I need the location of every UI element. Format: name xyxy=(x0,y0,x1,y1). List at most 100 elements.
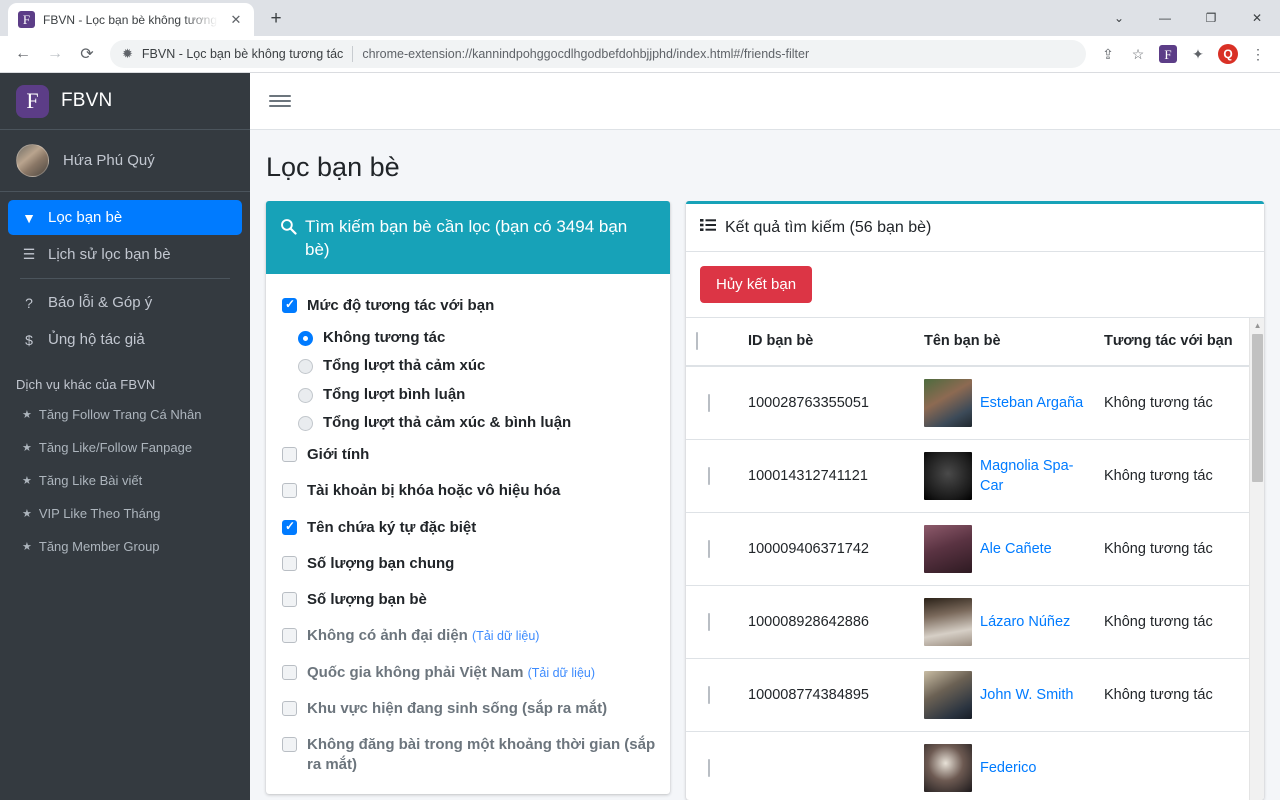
friend-name-link[interactable]: Lázaro Núñez xyxy=(980,612,1070,632)
friend-name-link[interactable]: Magnolia Spa-Car xyxy=(980,456,1084,497)
page-viewport: F FBVN Hứa Phú Quý ▼ Lọc bạn bè ☰ Lịch s… xyxy=(0,73,1280,800)
star-icon: ★ xyxy=(22,475,32,487)
minimize-button[interactable]: — xyxy=(1142,2,1188,34)
friend-name-link[interactable]: Esteban Argaña xyxy=(980,393,1083,413)
table-body: 100028763355051 Esteban Argaña Không tươ… xyxy=(686,365,1265,800)
scroll-up-arrow-icon[interactable]: ▲ xyxy=(1250,318,1264,332)
row-checkbox[interactable] xyxy=(708,758,710,777)
checkbox-icon[interactable] xyxy=(282,664,297,680)
row-interaction: Không tương tác xyxy=(1094,512,1265,586)
brand[interactable]: F FBVN xyxy=(0,73,250,130)
friend-name-link[interactable]: John W. Smith xyxy=(980,685,1073,705)
filter-card-body: Mức độ tương tác với bạn Không tương tác… xyxy=(266,274,670,794)
filter-option-khu-vuc-sinh-song[interactable]: Khu vực hiện đang sinh sống (sắp ra mắt) xyxy=(280,691,656,727)
checkbox-icon[interactable] xyxy=(282,737,297,753)
scrollbar-thumb[interactable] xyxy=(1252,334,1264,482)
row-id: 100009406371742 xyxy=(738,512,914,586)
table-row[interactable]: Federico xyxy=(686,731,1265,800)
back-button[interactable]: ← xyxy=(8,39,38,69)
filter-option-so-luong-ban-chung[interactable]: Số lượng bạn chung xyxy=(280,546,656,582)
select-all-checkbox[interactable] xyxy=(696,332,698,350)
filter-option-so-luong-ban-be[interactable]: Số lượng bạn bè xyxy=(280,582,656,618)
row-checkbox[interactable] xyxy=(708,466,710,485)
select-all-header xyxy=(686,318,738,367)
tab-strip: F FBVN - Lọc bạn bè không tương ✕ + ⌄ — … xyxy=(0,0,1280,36)
filter-option-tai-khoan-bi-khoa[interactable]: Tài khoản bị khóa hoặc vô hiệu hóa xyxy=(280,473,656,509)
filter-option-ten-chua-ky-tu-dac-biet[interactable]: Tên chứa ký tự đặc biệt xyxy=(280,510,656,546)
friend-name-link[interactable]: Ale Cañete xyxy=(980,539,1052,559)
radio-tong-luot-tha-cam-xuc-binh-luan[interactable]: Tổng lượt thả cảm xúc & bình luận xyxy=(280,409,656,437)
service-item-follow-ca-nhan[interactable]: ★ Tăng Follow Trang Cá Nhân xyxy=(0,398,250,431)
filter-option-hint[interactable]: (Tải dữ liệu) xyxy=(472,629,539,643)
radio-icon[interactable] xyxy=(298,359,313,375)
table-row[interactable]: 100008774384895 John W. Smith Không tươn… xyxy=(686,658,1265,732)
table-row[interactable]: 100028763355051 Esteban Argaña Không tươ… xyxy=(686,365,1265,440)
filter-option-muc-do-tuong-tac[interactable]: Mức độ tương tác với bạn xyxy=(280,288,656,324)
service-item-vip-like[interactable]: ★ VIP Like Theo Tháng xyxy=(0,497,250,530)
sidebar-item-ung-ho[interactable]: $ Ủng hộ tác giả xyxy=(8,322,242,357)
radio-icon[interactable] xyxy=(298,415,313,431)
checkbox-icon[interactable] xyxy=(282,592,297,608)
tab-close-icon[interactable]: ✕ xyxy=(226,10,246,30)
fbvn-extension-icon[interactable]: F xyxy=(1154,40,1182,68)
address-bar[interactable]: ✹ FBVN - Lọc bạn bè không tương tác chro… xyxy=(110,40,1086,68)
row-interaction: Không tương tác xyxy=(1094,658,1265,732)
checkbox-icon[interactable] xyxy=(282,483,297,499)
row-checkbox[interactable] xyxy=(708,685,710,704)
sidebar-item-bao-loi[interactable]: ? Báo lỗi & Góp ý xyxy=(8,285,242,320)
profile-avatar[interactable]: Q xyxy=(1214,40,1242,68)
filter-option-hint[interactable]: (Tải dữ liệu) xyxy=(528,666,595,680)
question-circle-icon: ? xyxy=(25,294,33,311)
table-row[interactable]: 100014312741121 Magnolia Spa-Car Không t… xyxy=(686,439,1265,513)
row-checkbox[interactable] xyxy=(708,539,710,558)
filter-option-text: Quốc gia không phải Việt Nam xyxy=(307,663,524,681)
checkbox-icon[interactable] xyxy=(282,555,297,571)
table-row[interactable]: 100008928642886 Lázaro Núñez Không tương… xyxy=(686,585,1265,659)
radio-icon[interactable] xyxy=(298,331,313,347)
reload-button[interactable]: ⟳ xyxy=(72,39,102,69)
user-panel[interactable]: Hứa Phú Quý xyxy=(0,130,250,192)
filter-option-label: Số lượng bạn bè xyxy=(307,591,427,609)
tab-search-chevron-icon[interactable]: ⌄ xyxy=(1096,2,1142,34)
checkbox-icon[interactable] xyxy=(282,447,297,463)
filter-option-quoc-gia-khong-phai-viet-nam[interactable]: Quốc gia không phải Việt Nam (Tải dữ liệ… xyxy=(280,655,656,691)
bookmark-star-icon[interactable]: ☆ xyxy=(1124,40,1152,68)
maximize-button[interactable]: ❐ xyxy=(1188,2,1234,34)
search-icon xyxy=(280,216,297,242)
tab-favicon-icon: F xyxy=(18,11,35,28)
checkbox-icon[interactable] xyxy=(282,628,297,644)
service-item-member-group[interactable]: ★ Tăng Member Group xyxy=(0,530,250,563)
service-item-like-bai-viet[interactable]: ★ Tăng Like Bài viết xyxy=(0,464,250,497)
filter-option-label: Mức độ tương tác với bạn xyxy=(307,296,495,314)
browser-tab[interactable]: F FBVN - Lọc bạn bè không tương ✕ xyxy=(8,3,254,36)
radio-tong-luot-tha-cam-xuc[interactable]: Tổng lượt thả cảm xúc xyxy=(280,352,656,380)
new-tab-button[interactable]: + xyxy=(262,5,290,33)
radio-khong-tuong-tac[interactable]: Không tương tác xyxy=(280,324,656,352)
browser-menu-icon[interactable]: ⋮ xyxy=(1244,40,1272,68)
checkbox-icon[interactable] xyxy=(282,297,297,313)
filter-option-khong-co-anh-dai-dien[interactable]: Không có ảnh đại diện (Tải dữ liệu) xyxy=(280,618,656,654)
filter-option-gioi-tinh[interactable]: Giới tính xyxy=(280,437,656,473)
radio-tong-luot-binh-luan[interactable]: Tổng lượt bình luận xyxy=(280,381,656,409)
close-window-button[interactable]: ✕ xyxy=(1234,2,1280,34)
table-row[interactable]: 100009406371742 Ale Cañete Không tương t… xyxy=(686,512,1265,586)
sidebar-item-label: Ủng hộ tác giả xyxy=(48,331,145,348)
filter-option-label: Tài khoản bị khóa hoặc vô hiệu hóa xyxy=(307,482,561,500)
checkbox-icon[interactable] xyxy=(282,519,297,535)
service-item-like-fanpage[interactable]: ★ Tăng Like/Follow Fanpage xyxy=(0,431,250,464)
radio-icon[interactable] xyxy=(298,387,313,403)
share-icon[interactable]: ⇪ xyxy=(1094,40,1122,68)
extensions-puzzle-icon[interactable]: ✦ xyxy=(1184,40,1212,68)
sidebar-item-loc-ban-be[interactable]: ▼ Lọc bạn bè xyxy=(8,200,242,235)
row-checkbox[interactable] xyxy=(708,612,710,631)
friend-name-link[interactable]: Federico xyxy=(980,758,1036,778)
checkbox-icon[interactable] xyxy=(282,700,297,716)
row-checkbox[interactable] xyxy=(708,393,710,412)
sidebar-item-lich-su[interactable]: ☰ Lịch sử lọc bạn bè xyxy=(8,237,242,272)
forward-button[interactable]: → xyxy=(40,39,70,69)
results-scrollbar[interactable]: ▲ xyxy=(1249,318,1265,800)
unfriend-button[interactable]: Hủy kết bạn xyxy=(700,266,813,303)
friend-avatar xyxy=(924,670,972,719)
filter-option-khong-dang-bai[interactable]: Không đăng bài trong một khoảng thời gia… xyxy=(280,727,656,784)
hamburger-menu-icon[interactable] xyxy=(266,87,294,115)
